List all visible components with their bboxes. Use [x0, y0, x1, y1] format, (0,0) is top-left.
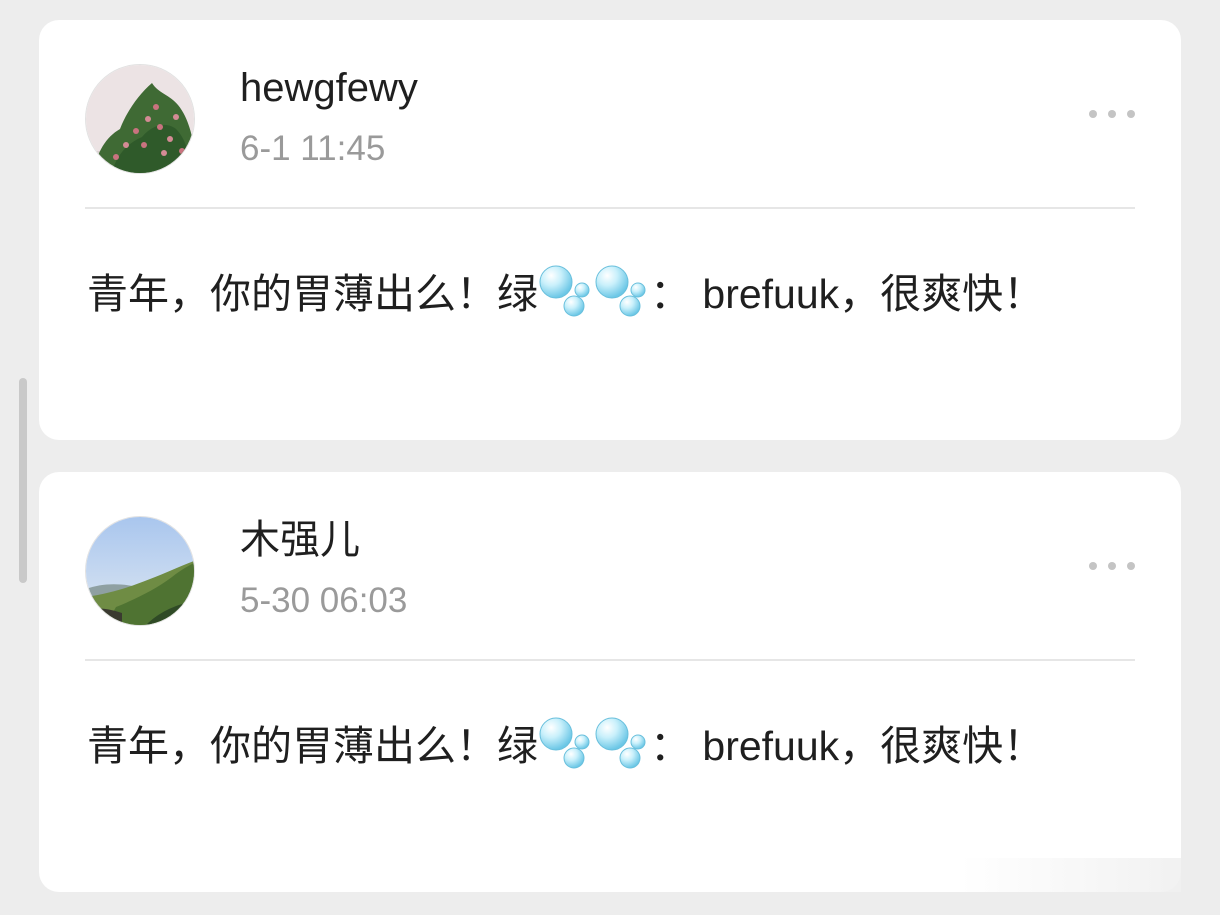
avatar[interactable] [86, 65, 194, 173]
bubbles-icon [595, 717, 646, 769]
post-text-before: 青年，你的胃薄出么！绿 [87, 271, 538, 317]
more-dots-icon [1127, 562, 1135, 570]
watermark-fade [960, 858, 1181, 892]
more-dots-icon [1089, 110, 1097, 118]
avatar[interactable] [86, 517, 194, 625]
bubbles-icon [595, 265, 646, 317]
divider [85, 659, 1135, 661]
more-dots-icon [1089, 562, 1097, 570]
bubbles-icon [539, 265, 590, 317]
divider [85, 207, 1135, 209]
mountain-landscape-avatar-image [86, 517, 194, 625]
more-dots-icon [1127, 110, 1135, 118]
post-text-after: ： brefuuk，很爽快！ [650, 271, 1045, 317]
username[interactable]: 木强儿 [240, 514, 360, 566]
post-text-after: ： brefuuk，很爽快！ [650, 723, 1045, 769]
scrollbar[interactable] [19, 378, 27, 583]
username[interactable]: hewgfewy [240, 62, 418, 114]
post-content: 青年，你的胃薄出么！绿 ： brefuuk，很爽快！ [87, 708, 1097, 784]
more-options-button[interactable] [1089, 104, 1135, 124]
post-time: 5-30 06:03 [240, 581, 408, 620]
bubbles-icon [539, 717, 590, 769]
post-time: 6-1 11:45 [240, 129, 386, 168]
more-dots-icon [1108, 110, 1116, 118]
post-card: 木强儿 5-30 06:03 青年，你的胃薄出么！绿 ： brefuuk，很爽快… [39, 472, 1181, 892]
flowering-tree-avatar-image [86, 65, 194, 173]
post-text-before: 青年，你的胃薄出么！绿 [87, 723, 538, 769]
more-dots-icon [1108, 562, 1116, 570]
post-card: hewgfewy 6-1 11:45 青年，你的胃薄出么！绿 ： brefuuk… [39, 20, 1181, 440]
post-content: 青年，你的胃薄出么！绿 ： brefuuk，很爽快！ [87, 256, 1097, 332]
more-options-button[interactable] [1089, 556, 1135, 576]
